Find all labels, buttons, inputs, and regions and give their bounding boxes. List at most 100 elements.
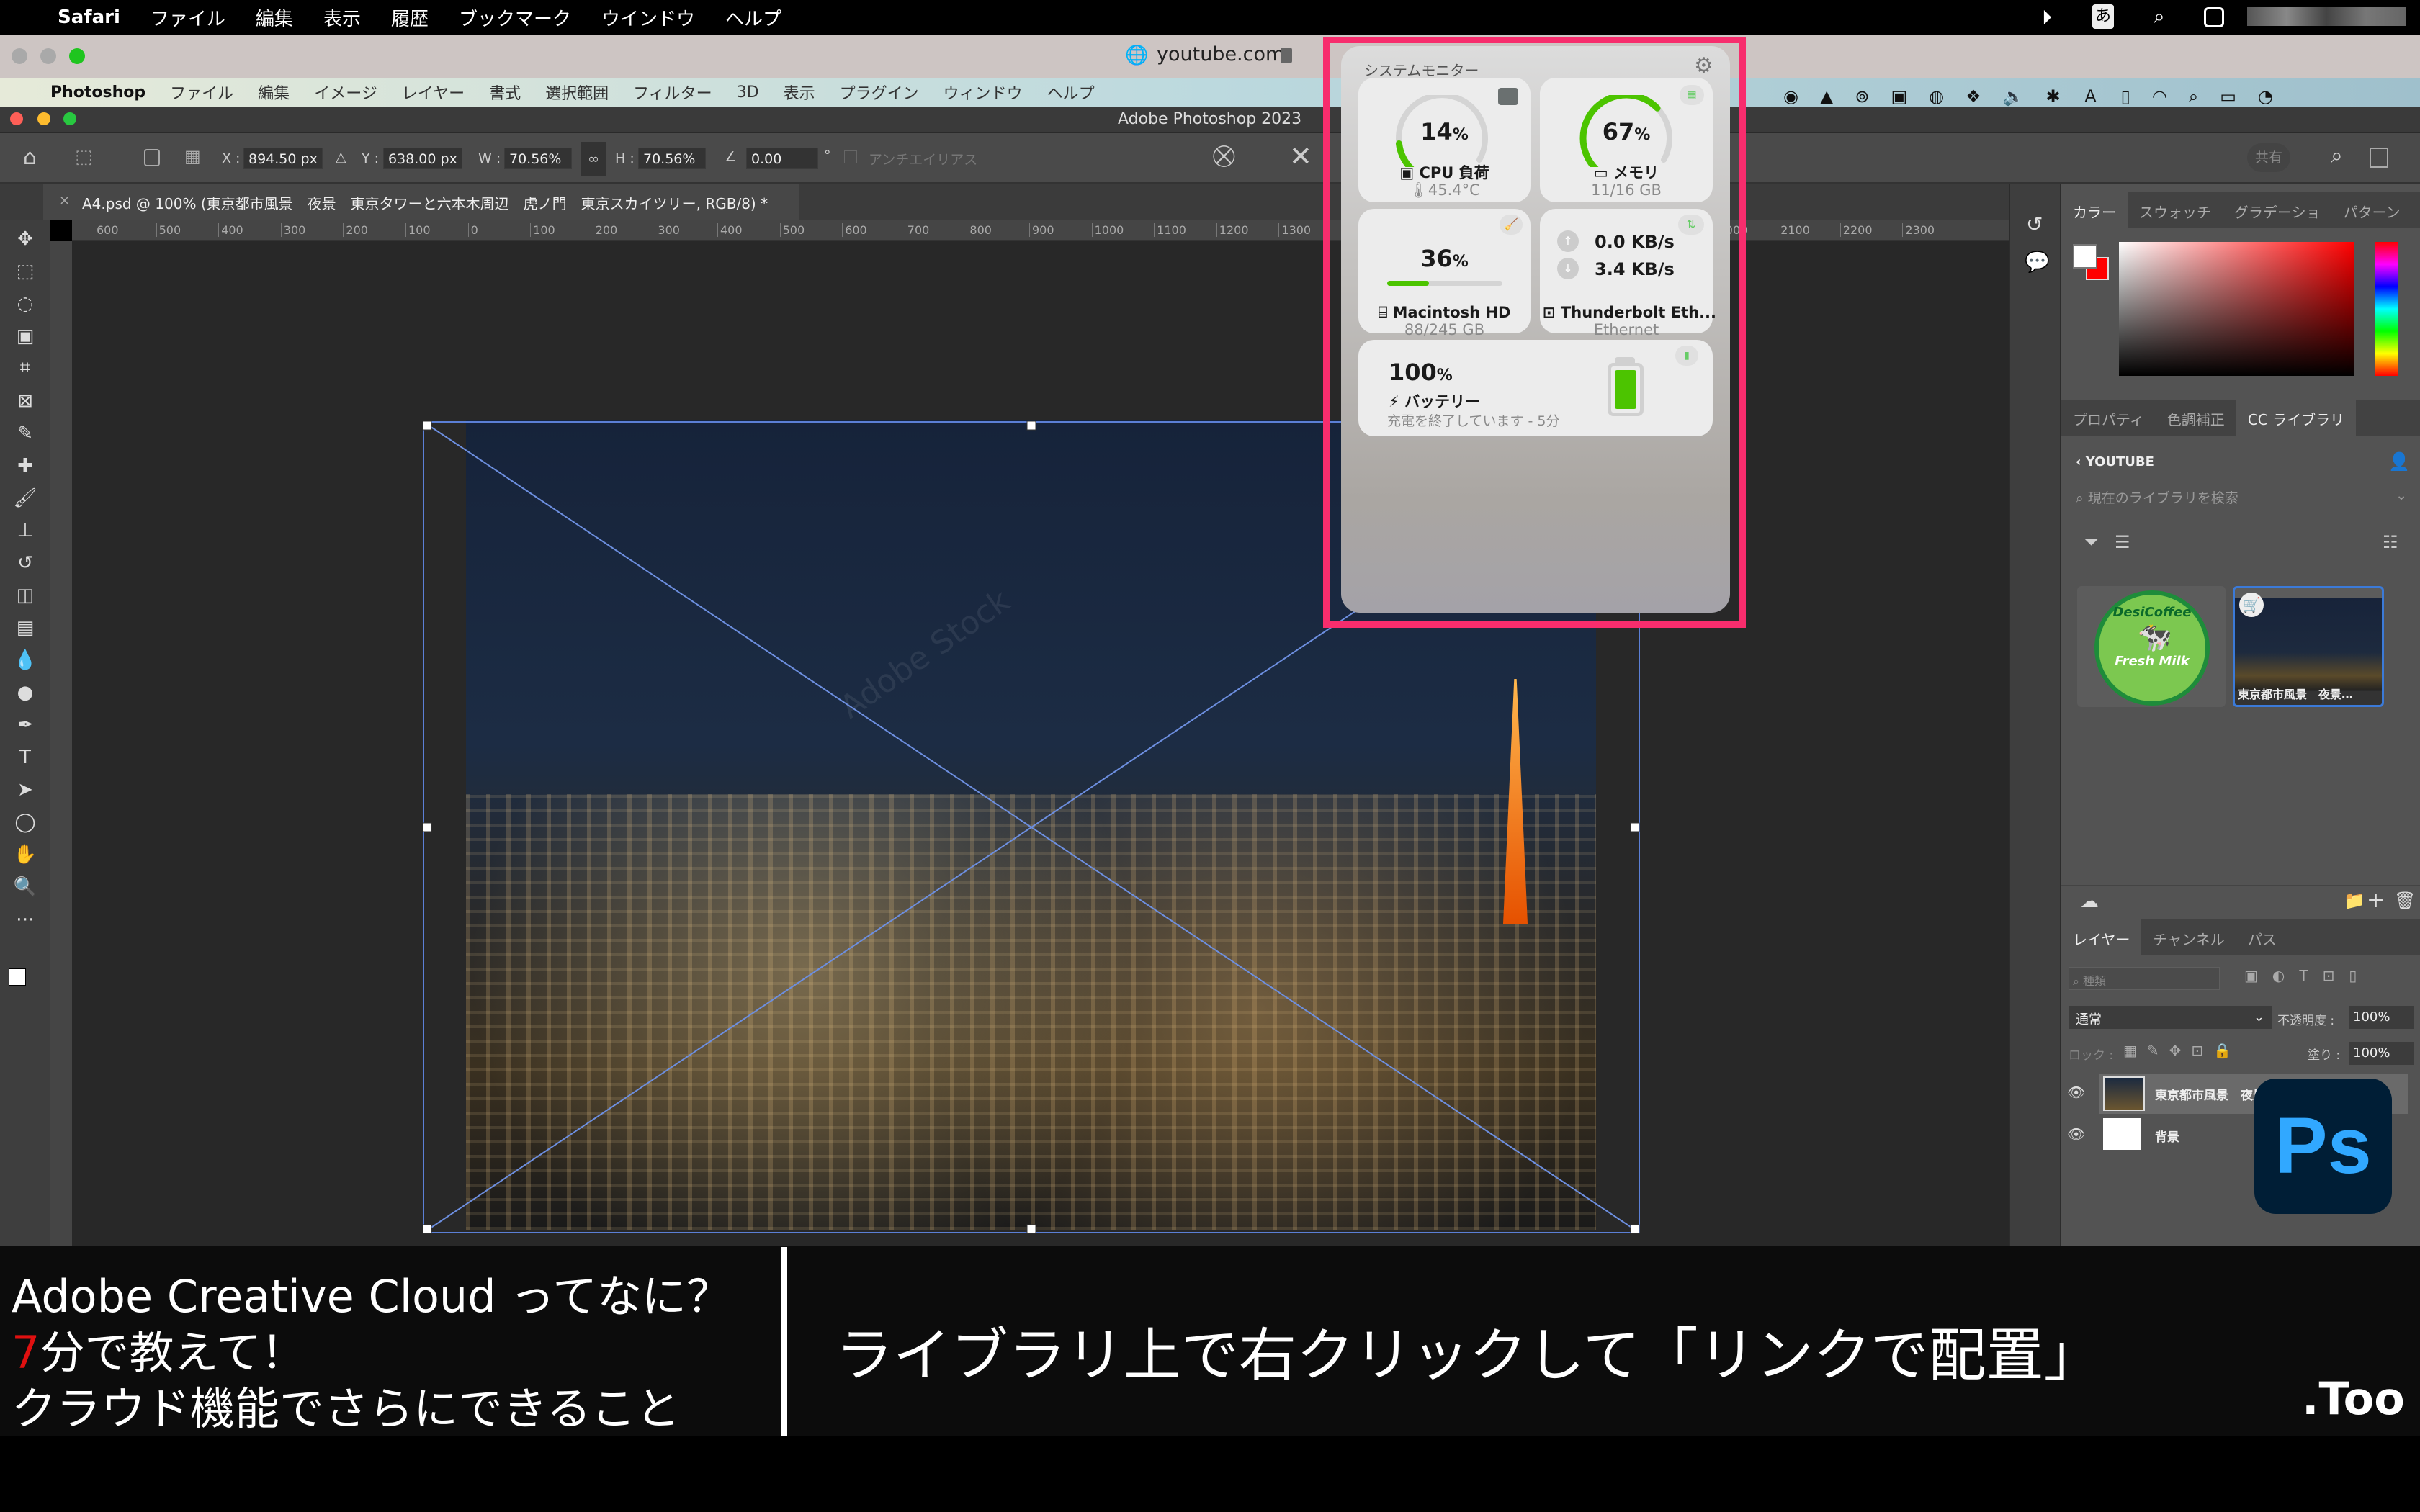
tab-paths[interactable]: パス — [2236, 919, 2288, 955]
cancel-transform-icon[interactable]: ✕ — [1289, 140, 1312, 172]
menu-item[interactable]: 表示 — [784, 81, 815, 104]
fill-field[interactable]: 100% — [2349, 1042, 2414, 1065]
blur-icon[interactable]: 💧 — [0, 644, 50, 676]
y-field[interactable]: 638.00 px — [383, 148, 462, 169]
hand-icon[interactable]: ✋ — [0, 838, 50, 870]
foreground-color[interactable] — [9, 968, 26, 986]
library-item-logo[interactable]: DesiCoffee 🐄 Fresh Milk — [2077, 586, 2226, 707]
library-item-city[interactable]: 🛒 東京都市風景 夜景… — [2233, 586, 2384, 707]
menu-item[interactable]: ヘルプ — [725, 4, 781, 31]
tab-properties[interactable]: プロパティ — [2061, 400, 2156, 436]
zoom-icon[interactable]: 🔍 — [0, 870, 50, 903]
blend-mode-select[interactable]: 通常 ⌄ — [2069, 1006, 2272, 1029]
angle-field[interactable]: 0.00 — [746, 148, 818, 169]
list-view-icon[interactable]: ☷ — [2383, 532, 2398, 552]
menu-item[interactable]: ブックマーク — [459, 4, 571, 31]
dodge-icon[interactable]: ● — [0, 676, 50, 708]
menu-item[interactable]: 編集 — [256, 4, 293, 31]
menu-item[interactable]: プラグイン — [840, 81, 919, 104]
hue-slider[interactable] — [2375, 242, 2398, 376]
activity-monitor-icon[interactable] — [1498, 88, 1518, 105]
cloud-icon[interactable]: ☁ — [2080, 891, 2099, 912]
healing-icon[interactable]: ✚ — [0, 449, 50, 482]
menu-item[interactable]: ファイル — [151, 4, 225, 31]
close-button[interactable] — [12, 48, 27, 64]
delta-icon[interactable]: △ — [336, 149, 346, 165]
play-icon[interactable]: ⏵ — [2042, 6, 2052, 30]
close-tab-icon[interactable]: × — [59, 193, 70, 208]
tab-adjustments[interactable]: 色調補正 — [2156, 400, 2236, 436]
home-icon[interactable]: ⌂ — [23, 145, 37, 170]
tab-color[interactable]: カラー — [2061, 192, 2128, 228]
menu-item[interactable]: 履歴 — [391, 4, 429, 31]
menu-item[interactable]: ヘルプ — [1047, 81, 1095, 104]
memory-card[interactable]: 67% ▭ メモリ 11/16 GB ▦ — [1540, 78, 1713, 202]
crop-icon[interactable]: ⌗ — [0, 352, 50, 384]
menu-app-photoshop[interactable]: Photoshop — [50, 84, 145, 102]
tab-cc-libraries[interactable]: CC ライブラリ — [2236, 400, 2357, 436]
gear-icon[interactable]: ⚙ — [1694, 53, 1713, 78]
reference-point-toggle[interactable] — [144, 149, 160, 166]
eraser-icon[interactable]: ◫ — [0, 579, 50, 611]
opacity-field[interactable]: 100% — [2349, 1006, 2414, 1029]
invite-user-icon[interactable]: 👤 — [2388, 451, 2410, 472]
reference-point-icon[interactable]: ▦ — [184, 146, 201, 166]
tab-layers[interactable]: レイヤー — [2061, 919, 2142, 955]
shape-icon[interactable]: ◯ — [0, 806, 50, 838]
menu-item[interactable]: 選択範囲 — [545, 81, 609, 104]
width-field[interactable]: 70.56% — [504, 148, 572, 169]
layer-filter-icons[interactable]: ▣◐T⊡▯ — [2244, 967, 2371, 984]
minimize-button[interactable] — [40, 48, 56, 64]
input-method-icon[interactable]: あ — [2092, 4, 2114, 29]
menu-item[interactable]: ウインドウ — [601, 4, 695, 31]
zoom-button[interactable] — [63, 112, 76, 125]
network-card[interactable]: ↑ 0.0 KB/s ↓ 3.4 KB/s ⊡ Thunderbolt Eth.… — [1540, 209, 1716, 338]
minimize-button[interactable] — [37, 112, 50, 125]
x-field[interactable]: 894.50 px — [243, 148, 323, 169]
system-monitor-widget[interactable]: システムモニター ⚙ 14% ▣ CPU 負荷 🌡45.4°C 67% ▭ メモ… — [1341, 46, 1730, 613]
menu-item[interactable]: イメージ — [314, 81, 377, 104]
transform-preset-icon[interactable]: ⬚ — [75, 146, 93, 168]
lock-icons[interactable]: ▦✎✥⊡🔒 — [2123, 1042, 2241, 1059]
disk-cleaner-icon[interactable]: 🧹 — [1500, 215, 1523, 235]
type-icon[interactable]: T — [0, 741, 50, 773]
share-button[interactable]: 共有 — [2247, 143, 2290, 172]
menu-item[interactable]: 編集 — [258, 81, 290, 104]
link-aspect-icon[interactable]: ∞ — [581, 142, 606, 176]
network-transfer-icon[interactable]: ⇅ — [1678, 215, 1704, 235]
menu-item[interactable]: 書式 — [489, 81, 521, 104]
add-icon[interactable]: + — [2367, 888, 2385, 913]
menu-item[interactable]: フィルター — [633, 81, 712, 104]
zoom-button[interactable] — [69, 48, 85, 64]
filter-icon[interactable]: ⏷ — [2084, 532, 2098, 552]
tab-patterns[interactable]: パターン — [2332, 192, 2412, 228]
height-field[interactable]: 70.56% — [638, 148, 706, 169]
stamp-icon[interactable]: ⊥ — [0, 514, 50, 546]
frame-icon[interactable]: ⊠ — [0, 384, 50, 417]
cpu-card[interactable]: 14% ▣ CPU 負荷 🌡45.4°C — [1358, 78, 1531, 202]
library-search[interactable]: ⌕ 現在のライブラリを検索 ⌄ — [2076, 487, 2407, 513]
history-icon[interactable]: ↺ — [2026, 212, 2043, 236]
menu-item[interactable]: 表示 — [323, 4, 361, 31]
comment-icon[interactable]: 💬 — [2025, 250, 2050, 274]
history-brush-icon[interactable]: ↺ — [0, 546, 50, 579]
foreground-swatch[interactable] — [2073, 244, 2097, 269]
menu-item[interactable]: レイヤー — [402, 81, 465, 104]
color-field[interactable] — [2119, 242, 2354, 376]
tab-channels[interactable]: チャンネル — [2141, 919, 2236, 955]
menu-app-safari[interactable]: Safari — [58, 6, 120, 28]
address-bar[interactable]: youtube.com — [1157, 43, 1284, 66]
search-icon[interactable]: ⌕ — [2331, 143, 2343, 168]
visibility-eye-icon[interactable]: 👁 — [2067, 1125, 2085, 1143]
menu-item[interactable]: ウィンドウ — [944, 81, 1023, 104]
menu-item[interactable]: ファイル — [170, 81, 233, 104]
antialias-checkbox[interactable] — [844, 150, 857, 163]
layer-kind-filter[interactable]: ⌕ 種類 — [2069, 967, 2220, 990]
battery-settings-icon[interactable]: ▮ — [1675, 346, 1698, 366]
control-center-icon[interactable] — [2204, 7, 2224, 27]
gradient-icon[interactable]: ▤ — [0, 611, 50, 644]
status-icons[interactable]: ◉▲⊚▣◍❖🔈✱Ａ▯◠⌕▭◔ — [1783, 82, 2295, 107]
tab-gradients[interactable]: グラデーショ — [2223, 192, 2332, 228]
eyedropper-icon[interactable]: ✎ — [0, 417, 50, 449]
new-folder-icon[interactable]: 📁 — [2344, 891, 2365, 911]
